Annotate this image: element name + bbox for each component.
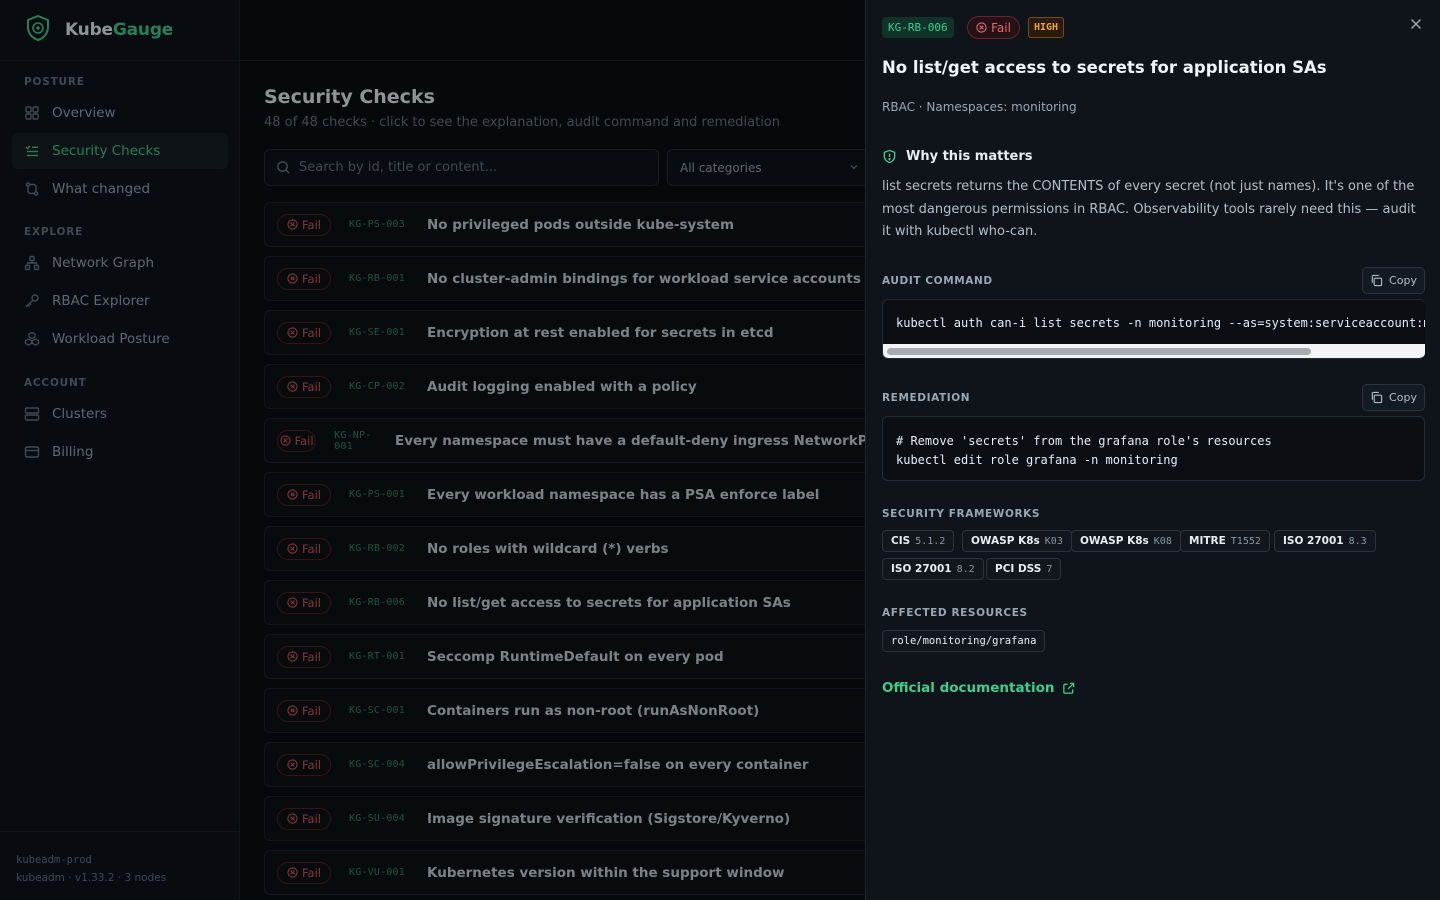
detail-title: No list/get access to secrets for applic… — [882, 58, 1327, 77]
check-detail-panel: KG-RB-006 Fail HIGH No list/get access t… — [865, 0, 1440, 900]
framework-tag[interactable]: ISO 27001 8.3 — [1274, 530, 1376, 552]
framework-code: K08 — [1153, 535, 1172, 547]
framework-tag[interactable]: OWASP K8s K08 — [1071, 530, 1181, 552]
scrollbar-thumb[interactable] — [887, 348, 1311, 355]
audit-command-box[interactable]: kubectl auth can-i list secrets -n monit… — [882, 299, 1425, 359]
copy-icon — [1371, 391, 1383, 404]
framework-name: PCI DSS — [995, 563, 1042, 575]
modal-backdrop[interactable] — [0, 0, 865, 900]
why-heading: Why this matters — [882, 149, 1033, 164]
remediation-label: REMEDIATION — [882, 392, 971, 404]
horizontal-scrollbar[interactable] — [883, 344, 1425, 358]
status-badge: Fail — [967, 16, 1020, 39]
why-body: list secrets returns the CONTENTS of eve… — [882, 179, 1416, 239]
framework-name: MITRE — [1189, 535, 1226, 547]
framework-name: CIS — [891, 535, 911, 547]
framework-name: OWASP K8s — [1080, 535, 1149, 547]
framework-tag[interactable]: CIS 5.1.2 — [882, 530, 955, 552]
remediation-line: # Remove 'secrets' from the grafana role… — [896, 434, 1272, 448]
audit-command-text: kubectl auth can-i list secrets -n monit… — [896, 316, 1425, 330]
framework-code: 5.1.2 — [915, 535, 946, 547]
detail-meta: RBAC · Namespaces: monitoring — [882, 100, 1077, 114]
framework-name: ISO 27001 — [1283, 535, 1344, 547]
affected-resources-label: AFFECTED RESOURCES — [882, 607, 1028, 619]
frameworks-label: SECURITY FRAMEWORKS — [882, 508, 1041, 520]
framework-tag[interactable]: PCI DSS 7 — [986, 558, 1062, 580]
remediation-box[interactable]: # Remove 'secrets' from the grafana role… — [882, 416, 1425, 481]
framework-code: 8.3 — [1348, 535, 1367, 547]
affected-resource-tag[interactable]: role/monitoring/grafana — [882, 630, 1046, 652]
shield-icon — [883, 149, 896, 164]
framework-name: OWASP K8s — [971, 535, 1040, 547]
framework-code: K03 — [1044, 535, 1063, 547]
audit-command-label: AUDIT COMMAND — [882, 275, 993, 287]
framework-tag[interactable]: ISO 27001 8.2 — [882, 558, 984, 580]
remediation-line: kubectl edit role grafana -n monitoring — [896, 453, 1178, 467]
severity-badge: HIGH — [1028, 17, 1065, 38]
external-link-icon — [1062, 682, 1074, 694]
framework-name: ISO 27001 — [891, 563, 952, 575]
check-id-badge: KG-RB-006 — [882, 17, 954, 38]
copy-audit-button[interactable]: Copy — [1362, 267, 1425, 294]
framework-tag[interactable]: MITRE T1552 — [1180, 530, 1270, 552]
official-documentation-link[interactable]: Official documentation — [882, 680, 1075, 696]
framework-code: 7 — [1046, 563, 1053, 575]
framework-code: T1552 — [1230, 535, 1261, 547]
copy-remediation-button[interactable]: Copy — [1362, 384, 1425, 411]
framework-tag[interactable]: OWASP K8s K03 — [962, 530, 1072, 552]
close-icon[interactable] — [1408, 16, 1424, 32]
framework-code: 8.2 — [956, 563, 975, 575]
x-circle-icon — [976, 22, 987, 33]
copy-icon — [1371, 274, 1383, 287]
